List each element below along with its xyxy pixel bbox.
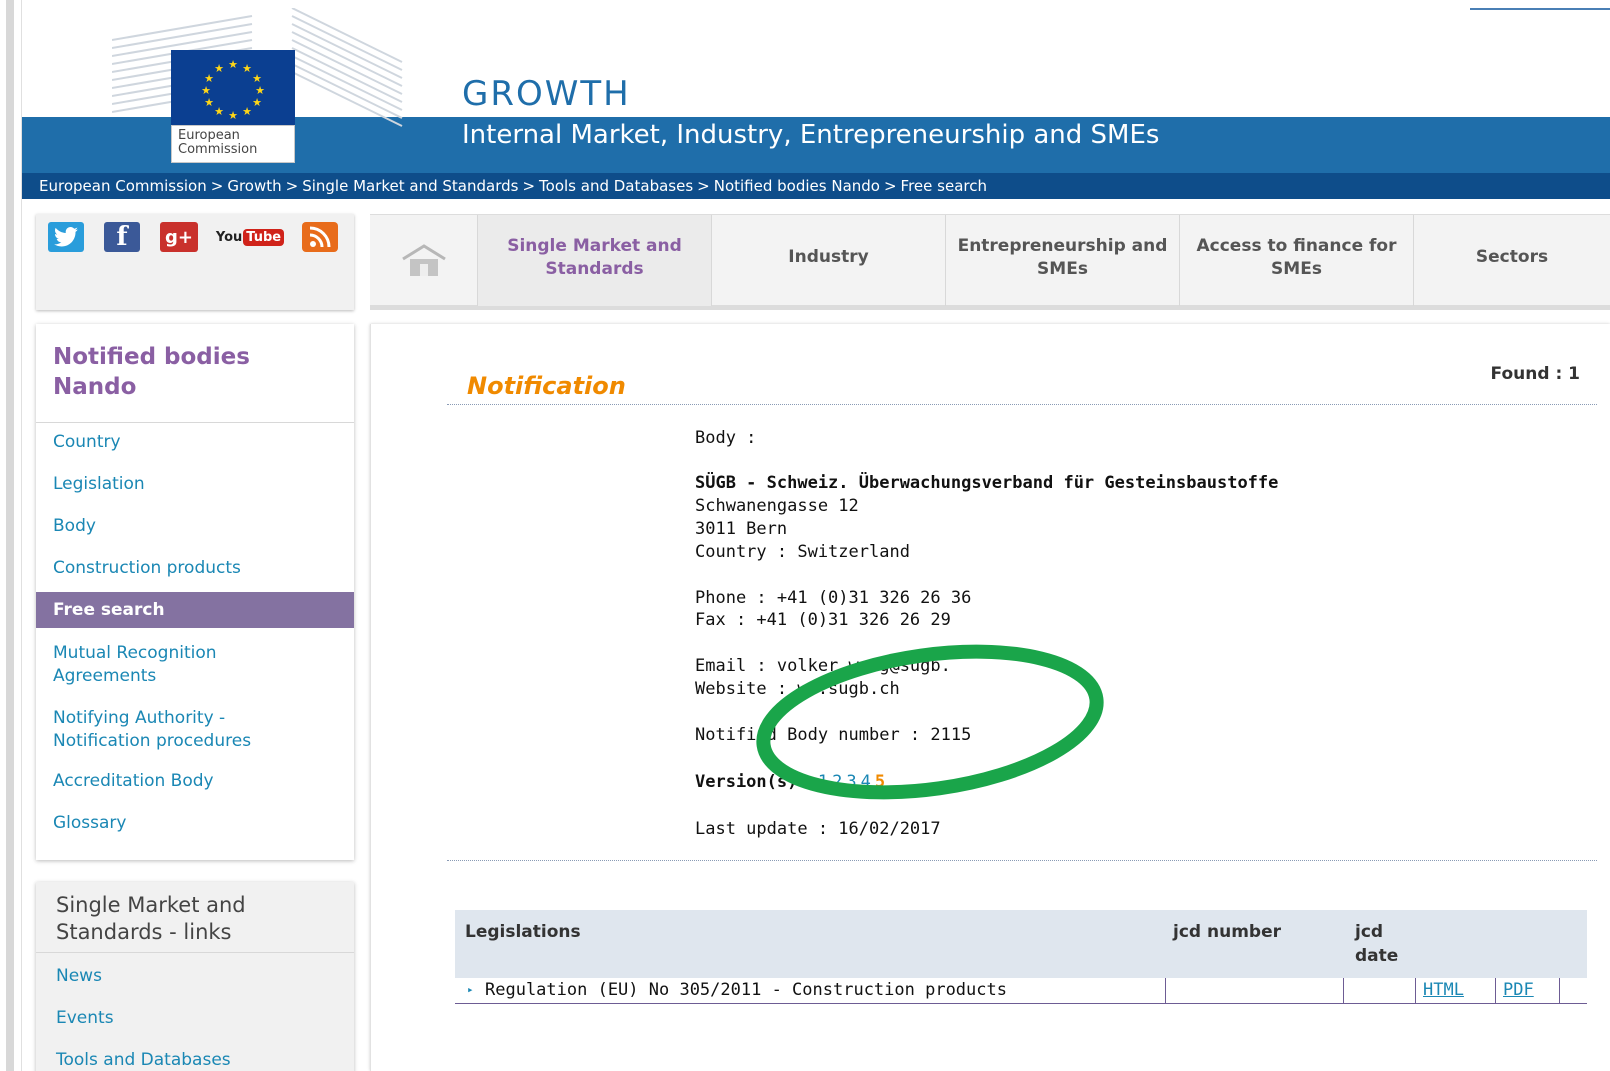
version-current: 5 [874, 772, 886, 792]
european-commission-logo[interactable]: ★ ★ ★ ★ ★ ★ ★ ★ ★ ★ ★ ★ European Commission [112, 8, 412, 163]
sidebar-item-legislation[interactable]: Legislation [36, 473, 354, 496]
site-title[interactable]: GROWTH [462, 74, 631, 114]
svg-text:★: ★ [214, 105, 224, 118]
breadcrumb-item-current: Free search [900, 177, 987, 195]
column-header-legislations: Legislations [465, 922, 581, 942]
nav-home-button[interactable] [370, 215, 478, 306]
legislation-name[interactable]: Regulation (EU) No 305/2011 - Constructi… [485, 978, 1007, 1004]
results-count: Found : 1 [1490, 364, 1580, 384]
window-left-edge [0, 0, 22, 1071]
sidebar-item-mutual-recognition[interactable]: Mutual Recognition Agreements [36, 642, 276, 688]
breadcrumb: European Commission > Growth > Single Market… [39, 177, 987, 195]
nav-tab-access-to-finance[interactable]: Access to finance for SMEs [1180, 215, 1414, 306]
site-header: ★ ★ ★ ★ ★ ★ ★ ★ ★ ★ ★ ★ European Commission GROW… [22, 0, 1610, 200]
svg-text:★: ★ [242, 105, 252, 118]
main-content: Notification Found : 1 Body : SÜGB - Sch… [370, 324, 1610, 1071]
divider [447, 404, 1597, 405]
row-bullet-icon: ▸ [467, 983, 474, 996]
breadcrumb-item-nando[interactable]: Notified bodies Nando [714, 177, 880, 195]
link-tools-and-databases[interactable]: Tools and Databases [56, 1050, 231, 1070]
column-header-jcd-number: jcd number [1173, 922, 1281, 942]
body-country: Country : Switzerland [695, 542, 910, 562]
sidebar-item-free-search[interactable]: Free search [36, 592, 354, 628]
logo-label: European Commission [171, 125, 295, 163]
link-news[interactable]: News [56, 966, 102, 986]
html-link[interactable]: HTML [1423, 978, 1464, 1004]
breadcrumb-item-growth[interactable]: Growth [227, 177, 281, 195]
breadcrumb-item-tools[interactable]: Tools and Databases [539, 177, 693, 195]
social-bar: f g+ You Tube [36, 214, 354, 310]
link-events[interactable]: Events [56, 1008, 114, 1028]
svg-text:★: ★ [252, 96, 262, 109]
breadcrumb-item-single-market[interactable]: Single Market and Standards [302, 177, 518, 195]
related-links-box: Single Market and Standards - links News… [36, 882, 354, 1071]
sidebar-title: Notified bodies Nando [53, 344, 250, 400]
svg-text:★: ★ [201, 84, 211, 97]
svg-text:★: ★ [214, 62, 224, 75]
sidebar-item-notifying-authority[interactable]: Notifying Authority - Notification proce… [36, 707, 316, 753]
svg-text:★: ★ [204, 96, 214, 109]
body-label: Body : [695, 428, 757, 448]
versions-label: Version(s) [695, 772, 798, 792]
column-header-jcd-date: jcd date [1355, 922, 1399, 966]
nav-tab-single-market[interactable]: Single Market and Standards [478, 215, 712, 306]
svg-text:★: ★ [204, 72, 214, 85]
sidebar-item-accreditation-body[interactable]: Accreditation Body [36, 770, 354, 793]
version-link-2[interactable]: 2 [832, 772, 842, 792]
body-email[interactable]: Email : volker.we g@sugb. [695, 656, 951, 676]
svg-text:★: ★ [228, 58, 238, 71]
body-fax: Fax : +41 (0)31 326 26 29 [695, 610, 951, 630]
body-street: Schwanengasse 12 [695, 496, 859, 516]
rss-icon[interactable] [302, 222, 338, 252]
version-link-1[interactable]: 1 [818, 772, 828, 792]
divider [447, 860, 1597, 861]
table-row: ▸ Regulation (EU) No 305/2011 - Construc… [455, 978, 1587, 1004]
sidebar-item-country[interactable]: Country [36, 431, 354, 454]
breadcrumb-item-european-commission[interactable]: European Commission [39, 177, 207, 195]
twitter-icon[interactable] [48, 222, 84, 252]
table-header: Legislations jcd number jcd date [455, 910, 1587, 978]
google-plus-icon[interactable]: g+ [160, 222, 198, 252]
sidebar-item-body[interactable]: Body [36, 515, 354, 538]
version-link-3[interactable]: 3 [846, 772, 856, 792]
body-website[interactable]: Website : ww.sugb.ch [695, 679, 900, 699]
sidebar-item-glossary[interactable]: Glossary [36, 812, 354, 835]
svg-text:★: ★ [228, 109, 238, 122]
version-link-4[interactable]: 4 [861, 772, 871, 792]
legislations-table: Legislations jcd number jcd date ▸ Regul… [455, 910, 1587, 1004]
notification-heading: Notification [467, 372, 626, 400]
last-update: Last update : 16/02/2017 [695, 819, 941, 839]
eu-flag-icon: ★ ★ ★ ★ ★ ★ ★ ★ ★ ★ ★ ★ [171, 50, 295, 125]
body-name: SÜGB - Schweiz. Überwachungsverband für … [695, 473, 1279, 493]
youtube-icon[interactable]: You Tube [216, 222, 285, 252]
nav-tab-sectors[interactable]: Sectors [1414, 215, 1610, 306]
pdf-link[interactable]: PDF [1503, 978, 1534, 1004]
related-links-title: Single Market and Standards - links [56, 893, 246, 944]
body-phone: Phone : +41 (0)31 326 26 36 [695, 588, 972, 608]
nav-tab-entrepreneurship[interactable]: Entrepreneurship and SMEs [946, 215, 1180, 306]
site-subtitle: Internal Market, Industry, Entrepreneurs… [462, 120, 1160, 150]
versions-row: Version(s): 12345 [695, 772, 886, 792]
notified-body-number: Notified Body number : 2115 [695, 725, 972, 745]
facebook-icon[interactable]: f [104, 222, 140, 252]
svg-text:★: ★ [242, 62, 252, 75]
sidebar-menu: Notified bodies Nando Country Legislatio… [36, 324, 354, 860]
home-icon [401, 243, 446, 276]
body-city: 3011 Bern [695, 519, 788, 539]
nav-tab-industry[interactable]: Industry [712, 215, 946, 306]
main-navigation: Single Market and Standards Industry Ent… [370, 214, 1610, 310]
page: ★ ★ ★ ★ ★ ★ ★ ★ ★ ★ ★ ★ European Commission GROW… [22, 0, 1610, 1071]
sidebar-item-construction-products[interactable]: Construction products [36, 557, 354, 580]
